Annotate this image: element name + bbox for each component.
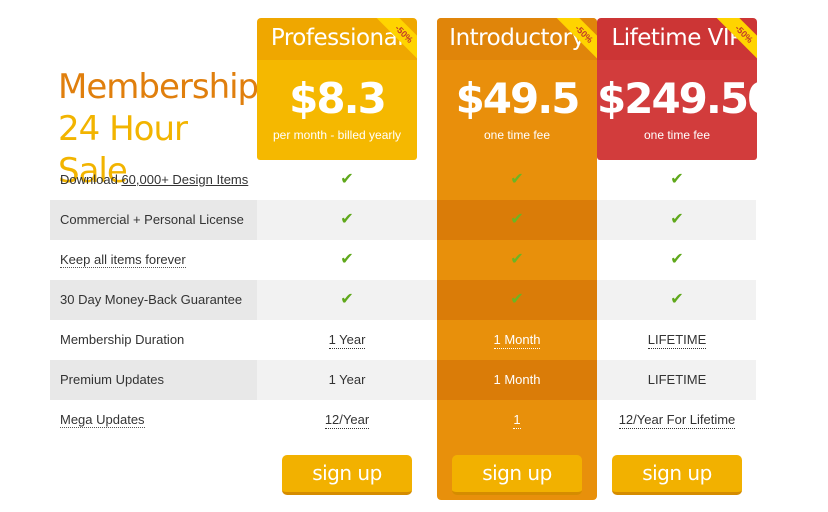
premium-value: LIFETIME	[647, 372, 707, 387]
sign-up-button-professional[interactable]: sign up	[282, 455, 412, 495]
check-icon: ✔	[510, 211, 524, 228]
check-icon: ✔	[340, 171, 354, 188]
check-icon: ✔	[510, 251, 524, 268]
feature-label[interactable]: Keep all items forever	[60, 252, 186, 268]
duration-value[interactable]: 1 Month	[493, 332, 541, 349]
plan-price-note: one time fee	[643, 128, 711, 142]
check-icon: ✔	[670, 171, 684, 188]
plan-price: $8.3	[289, 74, 387, 123]
plan-header-introductory: Introductory $49.5 one time fee -50%	[437, 18, 597, 160]
duration-value[interactable]: 1 Year	[328, 332, 366, 349]
sign-up-button-introductory[interactable]: sign up	[452, 455, 582, 495]
plan-price-note: one time fee	[483, 128, 551, 142]
feature-label: Download	[60, 172, 122, 187]
feature-label: Membership Duration	[60, 332, 185, 347]
feature-license: Commercial + Personal License	[60, 200, 244, 240]
plan-header-professional: Professional $8.3 per month - billed yea…	[257, 18, 417, 160]
check-icon: ✔	[340, 211, 354, 228]
feature-keep[interactable]: Keep all items forever	[60, 240, 186, 280]
check-icon: ✔	[670, 211, 684, 228]
plan-header-lifetime-vip: Lifetime VIP $249.50 one time fee -50%	[597, 18, 757, 160]
feature-download: Download 60,000+ Design Items	[60, 160, 248, 200]
feature-premium: Premium Updates	[60, 360, 164, 400]
feature-label: 30 Day Money-Back Guarantee	[60, 292, 243, 307]
mega-value[interactable]: 12/Year	[324, 412, 370, 429]
check-icon: ✔	[340, 251, 354, 268]
feature-guarantee: 30 Day Money-Back Guarantee	[60, 280, 242, 320]
feature-duration: Membership Duration	[60, 320, 184, 360]
duration-value[interactable]: LIFETIME	[647, 332, 707, 349]
feature-mega[interactable]: Mega Updates	[60, 400, 145, 440]
check-icon: ✔	[510, 171, 524, 188]
feature-label: Premium Updates	[60, 372, 165, 387]
feature-label[interactable]: Mega Updates	[60, 412, 145, 428]
check-icon: ✔	[670, 291, 684, 308]
check-icon: ✔	[340, 291, 354, 308]
plan-price-note: per month - billed yearly	[272, 128, 402, 142]
mega-value[interactable]: 12/Year For Lifetime	[618, 412, 736, 429]
check-icon: ✔	[510, 291, 524, 308]
premium-value: 1 Year	[328, 372, 366, 387]
plan-price: $49.5	[455, 74, 581, 123]
plan-price: $249.50	[597, 74, 757, 123]
mega-value[interactable]: 1	[513, 412, 521, 429]
feature-label: Commercial + Personal License	[60, 212, 244, 227]
title-line-1: Membership	[58, 67, 259, 107]
premium-value: 1 Month	[493, 372, 541, 387]
design-items-link[interactable]: 60,000+ Design Items	[121, 172, 248, 187]
check-icon: ✔	[670, 251, 684, 268]
sign-up-button-lifetime-vip[interactable]: sign up	[612, 455, 742, 495]
